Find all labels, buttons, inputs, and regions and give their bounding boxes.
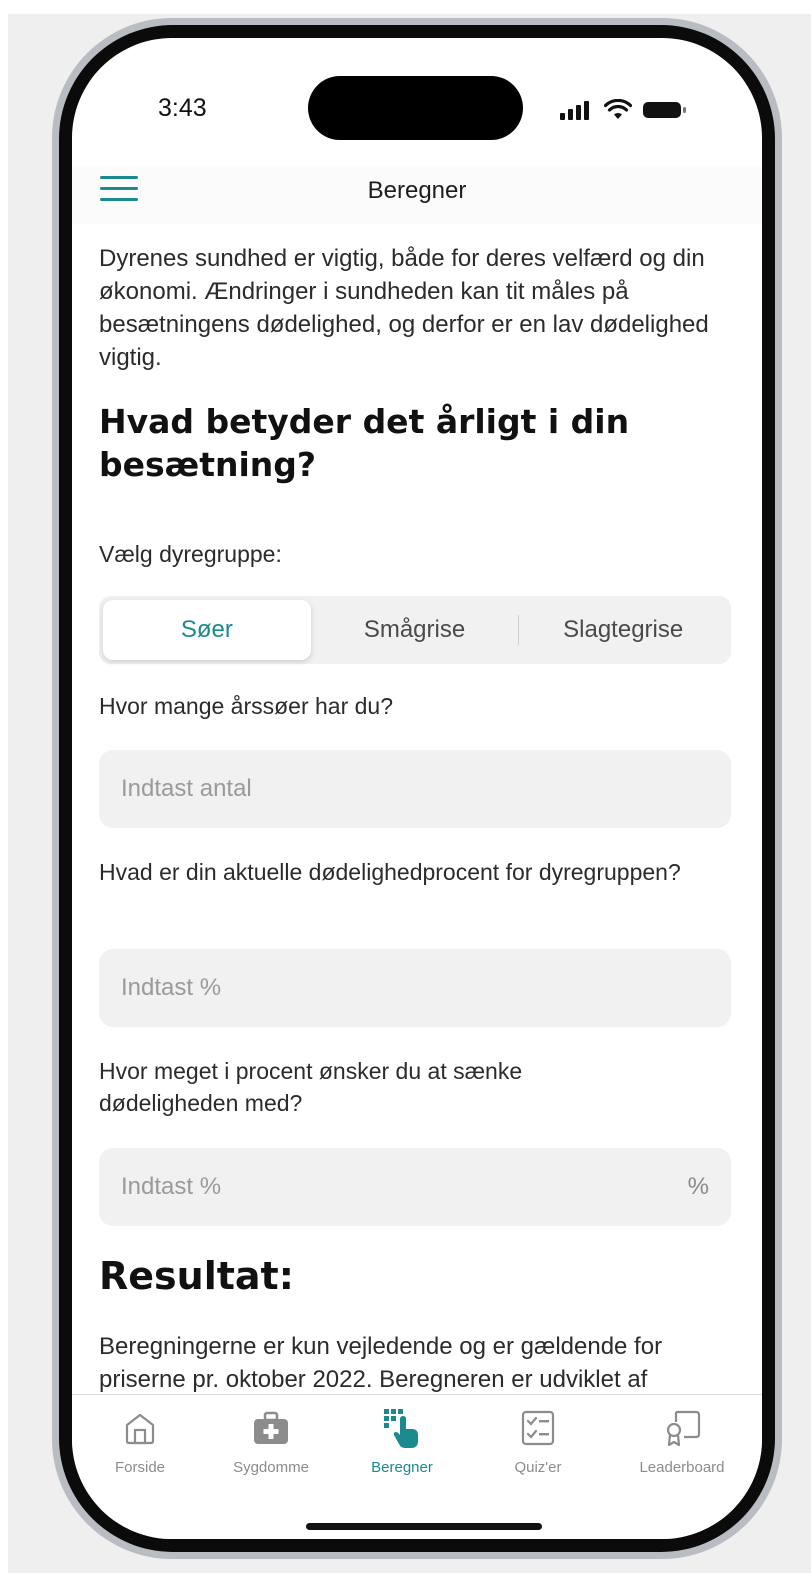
certificate-icon (666, 1410, 701, 1447)
sows-count-input[interactable]: Indtast antal (99, 750, 731, 828)
reduction-label: Hvor meget i procent ønsker du at sænke … (99, 1058, 523, 1116)
cellular-signal-icon (560, 101, 589, 120)
screen: 3:43 Beregner Dyrenes sundhed er vigtig,… (72, 38, 762, 1539)
medical-kit-icon (254, 1411, 288, 1444)
intro-text: Dyrenes sundhed er vigtig, både for dere… (99, 245, 709, 371)
animal-group-selector[interactable]: Søer Smågrise Slagtegrise (99, 596, 731, 664)
checklist-icon (521, 1410, 555, 1446)
tab-label-quizer: Quiz'er (514, 1459, 562, 1476)
reduction-placeholder: Indtast % (121, 1173, 222, 1200)
segment-slagtegrise[interactable]: Slagtegrise (519, 600, 727, 660)
sows-count-label: Hvor mange årssøer har du? (99, 693, 394, 719)
sows-count-placeholder: Indtast antal (121, 775, 252, 802)
dynamic-island (308, 76, 523, 140)
mortality-placeholder: Indtast % (121, 974, 222, 1001)
status-icons (560, 98, 688, 122)
tab-leaderboard[interactable]: Leaderboard (622, 1407, 742, 1476)
animal-group-label: Vælg dyregruppe: (99, 541, 282, 567)
section-heading: Hvad betyder det årligt i din besætning? (99, 402, 630, 484)
home-icon (125, 1413, 155, 1445)
tab-label-forside: Forside (114, 1459, 166, 1476)
segment-soeer[interactable]: Søer (103, 600, 311, 660)
result-disclaimer: Beregningerne er kun vejledende og er gæ… (99, 1333, 663, 1393)
calculator-content[interactable]: Dyrenes sundhed er vigtig, både for dere… (99, 242, 731, 1394)
reduction-input[interactable]: Indtast % % (99, 1148, 731, 1226)
phone-bezel: 3:43 Beregner Dyrenes sundhed er vigtig,… (59, 25, 775, 1552)
tab-label-leaderboard: Leaderboard (639, 1459, 725, 1476)
percent-suffix: % (687, 1173, 709, 1200)
tab-beregner[interactable]: Beregner (342, 1407, 462, 1476)
status-time: 3:43 (158, 94, 207, 122)
segment-smaagrise[interactable]: Smågrise (311, 600, 519, 660)
tab-quizer[interactable]: Quiz'er (478, 1407, 598, 1476)
phone-frame: 3:43 Beregner Dyrenes sundhed er vigtig,… (52, 18, 782, 1559)
result-heading: Resultat: (99, 1254, 294, 1298)
tab-sygdomme[interactable]: Sygdomme (211, 1407, 331, 1476)
home-indicator[interactable] (306, 1523, 542, 1530)
calculator-tap-icon (384, 1409, 418, 1448)
bottom-tab-bar: Forside Sygdomme Beregner Quiz'er Leader… (72, 1394, 762, 1539)
wifi-icon (604, 99, 632, 119)
tab-label-beregner: Beregner (371, 1459, 433, 1476)
tab-forside[interactable]: Forside (80, 1407, 200, 1476)
mortality-input[interactable]: Indtast % (99, 949, 731, 1027)
battery-icon (643, 102, 686, 118)
page-title: Beregner (367, 177, 467, 204)
tab-label-sygdomme: Sygdomme (233, 1459, 309, 1476)
mortality-label: Hvad er din aktuelle dødelighedprocent f… (99, 859, 681, 885)
